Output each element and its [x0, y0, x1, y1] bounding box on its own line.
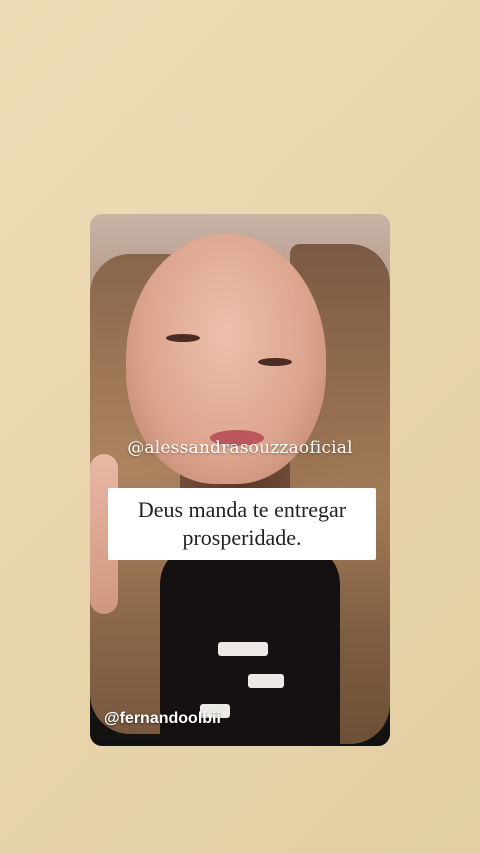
caption-text: Deus manda te entregar prosperidade.	[137, 497, 347, 550]
author-username-label[interactable]: @fernandoolbii	[104, 710, 221, 728]
video-frame-eye-left	[166, 334, 200, 342]
story-media-card[interactable]: @alessandrasouzzaoficial Deus manda te e…	[90, 214, 390, 746]
caption-box: Deus manda te entregar prosperidade.	[108, 488, 376, 560]
shirt-graphic-mark	[218, 642, 268, 656]
overlay-username-label: @alessandrasouzzaoficial	[127, 438, 353, 458]
video-frame-eye-right	[258, 358, 292, 366]
shirt-graphic-mark	[248, 674, 284, 688]
